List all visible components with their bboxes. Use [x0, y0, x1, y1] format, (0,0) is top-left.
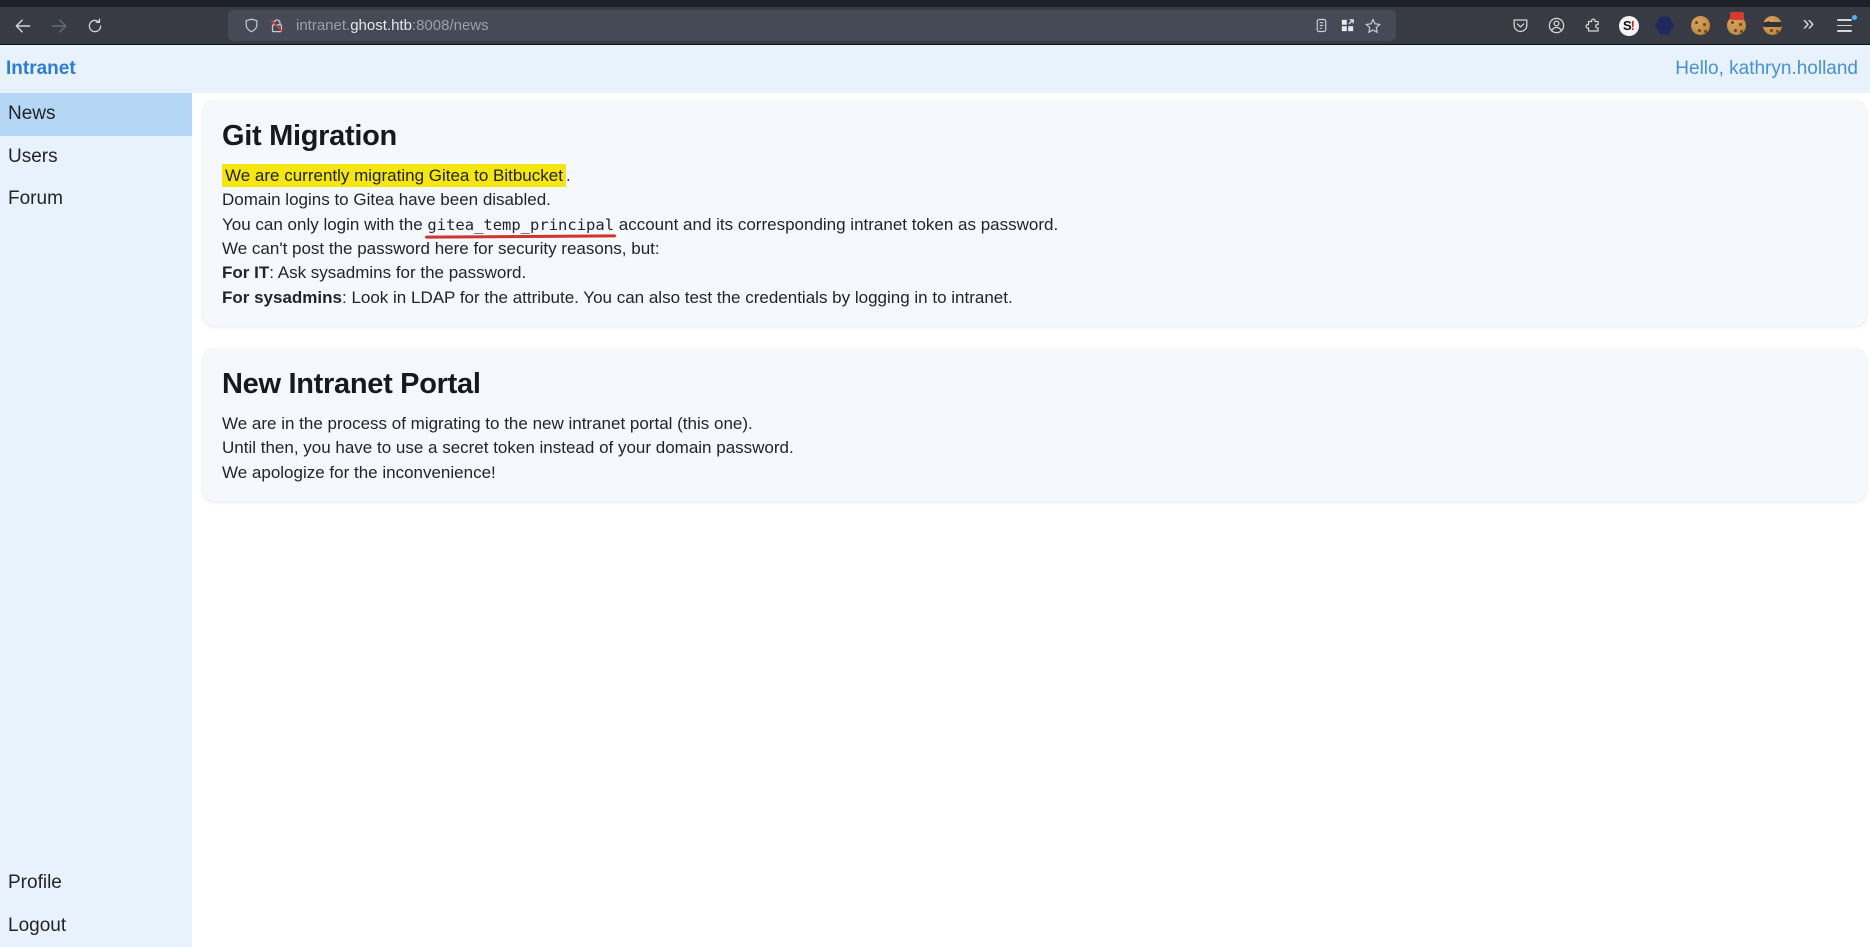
text-segment: .	[565, 165, 571, 185]
url-bar[interactable]: intranet.ghost.htb:8008/news	[228, 10, 1396, 41]
text-segment: We are in the process of migrating to th…	[222, 414, 753, 434]
text-segment: : Ask sysadmins for the password.	[269, 263, 527, 283]
article-line: For IT: Ask sysadmins for the password.	[222, 261, 1847, 285]
brand-link[interactable]: Intranet	[6, 58, 76, 80]
article-line: Until then, you have to use a secret tok…	[222, 436, 1847, 460]
update-badge	[1851, 14, 1858, 22]
article-line: We apologize for the inconvenience!	[222, 461, 1847, 485]
bookmark-star-icon[interactable]	[1360, 13, 1386, 39]
url-text[interactable]: intranet.ghost.htb:8008/news	[296, 17, 1308, 34]
url-path: :8008/news	[411, 17, 489, 34]
overflow-chevron-icon[interactable]: »	[1795, 12, 1822, 39]
s-extension-bang: !	[1630, 18, 1635, 33]
code-token: gitea_temp_principal	[427, 215, 615, 234]
sidebar-footer-nav: Profile Logout	[0, 862, 192, 947]
sidebar-item-logout[interactable]: Logout	[0, 905, 192, 947]
extensions-puzzle-icon[interactable]	[1579, 12, 1606, 39]
text-segment: We can't post the password here for secu…	[222, 239, 660, 259]
main-content: Git Migration We are currently migrating …	[192, 93, 1870, 947]
user-greeting[interactable]: Hello, kathryn.holland	[1675, 58, 1858, 80]
url-subdomain: intranet.	[296, 17, 351, 34]
sidebar-item-news[interactable]: News	[0, 93, 192, 136]
s-extension-letter: S	[1622, 18, 1632, 33]
text-segment: account and its corresponding intranet t…	[614, 214, 1059, 234]
article-title: New Intranet Portal	[222, 368, 481, 401]
account-icon[interactable]	[1543, 12, 1570, 39]
browser-chrome: intranet.ghost.htb:8008/news S ! »	[0, 0, 1870, 45]
text-segment: Domain logins to Gitea have been disable…	[222, 190, 551, 210]
cookie-editor-extension-icon[interactable]	[1759, 12, 1786, 39]
wappalyzer-hexagon-icon[interactable]	[1651, 12, 1678, 39]
news-card: Git Migration We are currently migrating …	[203, 101, 1866, 327]
article-line: You can only login with the gitea_temp_p…	[222, 213, 1847, 237]
sidebar-item-profile[interactable]: Profile	[0, 862, 192, 905]
browser-toolbar: intranet.ghost.htb:8008/news S ! »	[0, 7, 1870, 44]
overflow-glyph: »	[1802, 12, 1815, 35]
insecure-lock-icon[interactable]	[264, 13, 290, 39]
highlighted-text: We are currently migrating Gitea to Bitb…	[222, 163, 566, 187]
reader-mode-icon[interactable]	[1308, 13, 1334, 39]
url-domain: ghost.htb	[350, 17, 412, 34]
article-line: For sysadmins: Look in LDAP for the attr…	[222, 286, 1847, 310]
article-line: We are currently migrating Gitea to Bitb…	[222, 163, 1847, 188]
toolbar-right-cluster: S! »	[1507, 12, 1858, 39]
article-line: We are in the process of migrating to th…	[222, 412, 1847, 436]
sidebar-item-forum[interactable]: Forum	[0, 178, 192, 221]
cookie-extension-icon[interactable]	[1687, 12, 1714, 39]
sidebar-nav: News Users Forum	[0, 93, 192, 221]
article-line: We can't post the password here for secu…	[222, 237, 1847, 261]
window-titlebar	[0, 0, 1870, 7]
back-button[interactable]	[8, 11, 38, 41]
cookie-manager-extension-icon[interactable]	[1723, 12, 1750, 39]
text-segment: For sysadmins	[222, 287, 342, 307]
news-card: New Intranet Portal We are in the process…	[203, 349, 1866, 502]
article-title: Git Migration	[222, 120, 397, 152]
shodan-extension-icon[interactable]: S!	[1615, 12, 1642, 39]
app-menu-hamburger-icon[interactable]	[1831, 12, 1858, 39]
text-segment: You can only login with the	[222, 214, 428, 234]
page-actions-grid-icon[interactable]	[1334, 13, 1360, 39]
tracking-protection-shield-icon[interactable]	[238, 13, 264, 39]
sidebar-item-users[interactable]: Users	[0, 136, 192, 179]
article-line: Domain logins to Gitea have been disable…	[222, 188, 1847, 212]
forward-button[interactable]	[44, 11, 74, 41]
sidebar: News Users Forum Profile Logout	[0, 93, 192, 947]
app-header: Intranet Hello, kathryn.holland	[0, 45, 1870, 93]
text-segment: For IT	[222, 263, 270, 283]
reload-button[interactable]	[80, 11, 110, 41]
text-segment: We apologize for the inconvenience!	[222, 462, 496, 482]
pocket-icon[interactable]	[1507, 12, 1534, 39]
text-segment: Until then, you have to use a secret tok…	[222, 438, 794, 458]
text-segment: : Look in LDAP for the attribute. You ca…	[342, 287, 1013, 307]
